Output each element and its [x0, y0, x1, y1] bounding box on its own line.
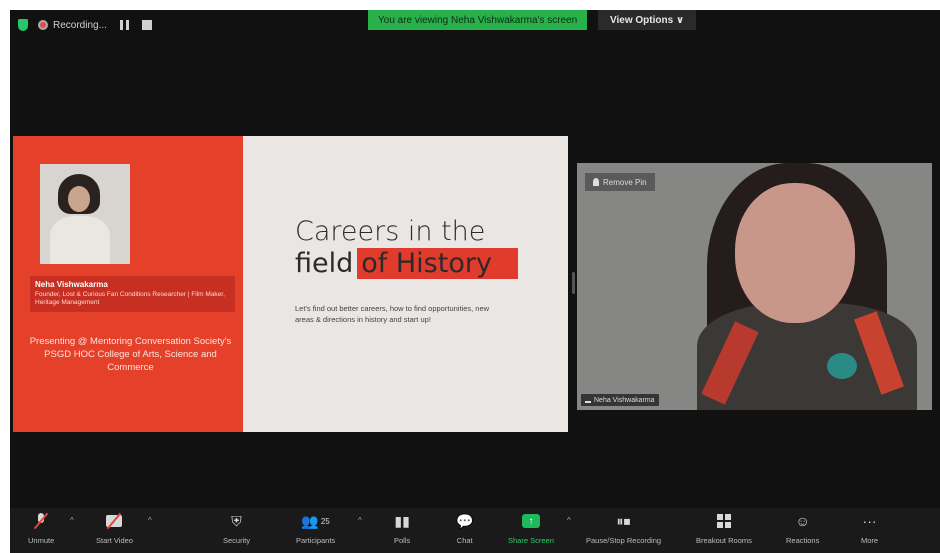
share-options-chevron-icon[interactable]: ^ [567, 516, 571, 525]
video-off-icon [106, 515, 123, 527]
slide-left-panel: Neha Vishwakarma Founder, Lost & Curious… [13, 136, 243, 432]
recording-indicator: Recording... [38, 20, 152, 31]
window-top-edge [0, 0, 940, 10]
security-button[interactable]: ⛨ Security [223, 512, 251, 546]
video-options-chevron-icon[interactable]: ^ [148, 516, 152, 525]
share-screen-label: Share Screen [508, 536, 554, 545]
pause-stop-recording-label: Pause/Stop Recording [586, 536, 662, 545]
participant-name-tag: Neha Vishwakarma [581, 394, 659, 406]
participant-name: Neha Vishwakarma [594, 396, 655, 404]
security-label: Security [223, 536, 251, 545]
speaker-video-tile[interactable]: Remove Pin Neha Vishwakarma [577, 163, 932, 410]
audio-level-icon [585, 397, 591, 403]
meeting-window: Recording... You are viewing Neha Vishwa… [10, 10, 940, 553]
breakout-rooms-label: Breakout Rooms [696, 536, 752, 545]
pause-stop-recording-button[interactable]: ⏸⏹ Pause/Stop Recording [586, 512, 662, 546]
presenting-text: Presenting @ Mentoring Conversation Soci… [29, 336, 232, 373]
chat-button[interactable]: 💬 Chat [456, 512, 474, 546]
unmute-label: Unmute [28, 536, 55, 545]
remove-pin-button[interactable]: Remove Pin [585, 173, 655, 191]
chat-label: Chat [456, 536, 473, 545]
viewing-screen-banner: You are viewing Neha Vishwakarma's scree… [368, 10, 588, 30]
view-splitter-handle[interactable] [572, 272, 575, 294]
slide-title-plain: field [295, 248, 354, 279]
speaker-face [735, 183, 855, 323]
polls-icon: ▮▮ [394, 512, 410, 529]
speaker-caption: Neha Vishwakarma Founder, Lost & Curious… [30, 276, 235, 312]
share-screen-button[interactable]: ↑ Share Screen [508, 512, 554, 545]
speaker-name: Neha Vishwakarma [35, 280, 108, 289]
reactions-button[interactable]: ☺ Reactions [786, 512, 819, 545]
participants-icon: 👥 25 [301, 512, 330, 529]
polls-button[interactable]: ▮▮ Polls [394, 512, 411, 546]
remove-pin-label: Remove Pin [603, 177, 647, 187]
stop-recording-icon[interactable] [141, 20, 152, 30]
slide-body-text: Let's find out better careers, how to fi… [295, 304, 490, 324]
participants-label: Participants [296, 536, 336, 545]
share-screen-icon: ↑ [521, 514, 540, 528]
view-options-button[interactable]: View Options ∨ [598, 10, 697, 30]
slide-title-line1: Careers in the [295, 216, 486, 247]
reactions-icon: ☺ [795, 513, 810, 529]
breakout-icon [716, 514, 731, 528]
meeting-toolbar: Unmute ^ Start Video ^ ⛨ Security 👥 25 Pa… [10, 508, 940, 553]
slide-title-line2: field of History [295, 248, 518, 279]
audio-options-chevron-icon[interactable]: ^ [70, 516, 74, 525]
encryption-shield-icon[interactable] [18, 19, 28, 31]
more-icon: ··· [862, 513, 877, 529]
slide-title-highlight: of History [357, 248, 518, 279]
reactions-label: Reactions [786, 536, 820, 545]
chat-icon: 💬 [456, 512, 474, 529]
recording-dot-icon [38, 20, 48, 30]
recording-label: Recording... [53, 19, 107, 31]
pin-icon [593, 178, 599, 186]
polls-label: Polls [394, 536, 411, 545]
shared-screen: Neha Vishwakarma Founder, Lost & Curious… [13, 136, 568, 432]
breakout-rooms-button[interactable]: Breakout Rooms [696, 512, 752, 545]
speaker-role: Founder, Lost & Curious Fan Conditions R… [35, 291, 225, 307]
participants-chevron-icon[interactable]: ^ [358, 516, 362, 525]
recording-icon: ⏸⏹ [616, 512, 631, 529]
more-label: More [861, 536, 879, 545]
shield-icon: ⛨ [231, 512, 242, 529]
speaker-photo [40, 164, 130, 264]
participants-count: 25 [320, 516, 330, 526]
unmute-button[interactable]: Unmute [28, 512, 54, 545]
participants-button[interactable]: 👥 25 Participants [296, 512, 336, 546]
start-video-button[interactable]: Start Video [96, 512, 133, 545]
more-button[interactable]: ··· More [861, 512, 878, 545]
muted-mic-icon [34, 513, 48, 529]
pause-recording-icon[interactable] [119, 20, 129, 30]
start-video-label: Start Video [96, 536, 133, 545]
